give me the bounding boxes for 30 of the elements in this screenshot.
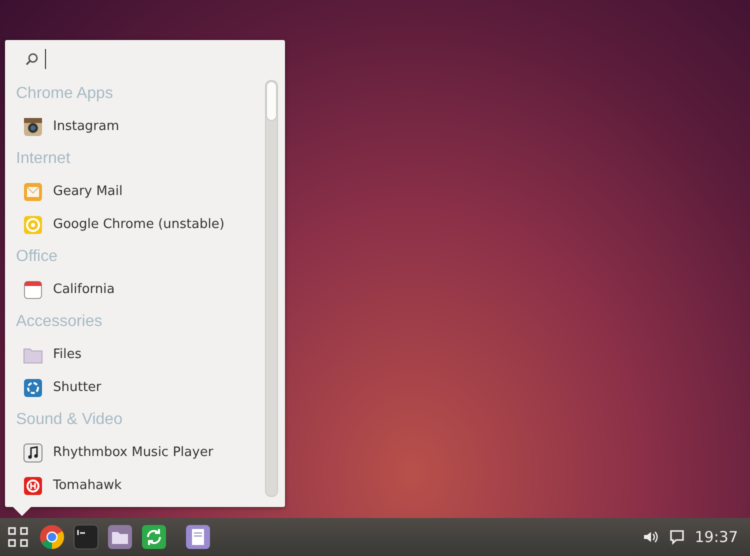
app-item[interactable]: Google Chrome (unstable) [16,208,265,241]
category-heading: Office [16,247,58,267]
scrollbar[interactable] [265,80,278,497]
app-grid-icon[interactable] [5,524,31,550]
terminal-icon[interactable] [73,524,99,550]
app-item[interactable]: Rhythmbox Music Player [16,436,265,469]
clock[interactable]: 19:37 [694,528,738,546]
document-icon[interactable] [185,524,211,550]
volume-icon[interactable] [642,529,659,545]
aperture-icon [23,378,43,398]
app-item[interactable]: California [16,273,265,306]
sync-icon[interactable] [141,524,167,550]
message-icon[interactable] [668,529,685,545]
app-item[interactable]: Instagram [16,110,265,143]
calendar-icon [23,280,43,300]
category-heading: Accessories [16,312,104,332]
search-icon [25,52,39,66]
tomahawk-icon [23,476,43,496]
app-item[interactable]: Tomahawk [16,469,265,502]
app-item[interactable]: Geary Mail [16,175,265,208]
category-heading: Chrome Apps [16,84,114,104]
app-item[interactable]: Files [16,338,265,371]
envelope-icon [23,182,43,202]
folder-icon[interactable] [107,524,133,550]
category-heading: Sound & Video [16,410,124,430]
scrollbar-thumb[interactable] [266,81,277,121]
category-heading: Internet [16,149,72,169]
app-item[interactable]: Shutter [16,371,265,404]
camera-icon [23,116,43,136]
music-note-icon [23,442,43,462]
